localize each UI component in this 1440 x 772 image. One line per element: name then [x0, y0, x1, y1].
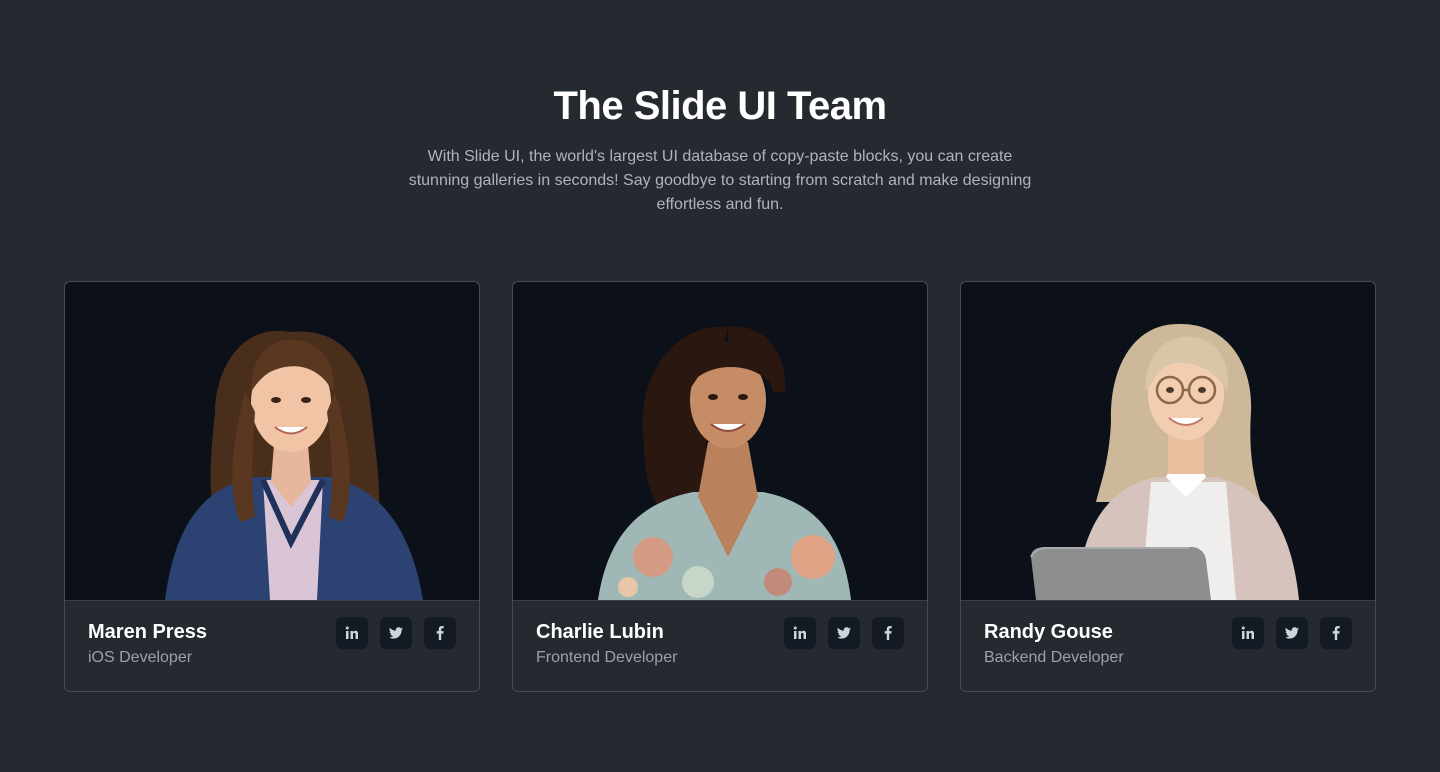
member-role: iOS Developer	[88, 649, 193, 666]
team-card-maren-press: Maren Press iOS Developer	[64, 281, 480, 692]
team-card-randy-gouse: Randy Gouse Backend Developer	[960, 281, 1376, 692]
twitter-button[interactable]	[828, 617, 860, 649]
facebook-icon	[884, 626, 892, 640]
social-links	[336, 617, 456, 649]
facebook-button[interactable]	[424, 617, 456, 649]
twitter-icon	[1285, 627, 1299, 639]
member-photo	[961, 282, 1375, 600]
facebook-icon	[1332, 626, 1340, 640]
member-photo	[65, 282, 479, 600]
member-name: Charlie Lubin	[536, 621, 664, 643]
team-section: The Slide UI Team With Slide UI, the wor…	[0, 0, 1440, 772]
member-name: Randy Gouse	[984, 621, 1113, 643]
twitter-button[interactable]	[380, 617, 412, 649]
twitter-icon	[837, 627, 851, 639]
section-subtitle: With Slide UI, the world's largest UI da…	[408, 148, 1032, 213]
section-title: The Slide UI Team	[553, 84, 887, 128]
linkedin-button[interactable]	[336, 617, 368, 649]
member-role: Frontend Developer	[536, 649, 678, 666]
member-role: Backend Developer	[984, 649, 1124, 666]
twitter-button[interactable]	[1276, 617, 1308, 649]
team-card-charlie-lubin: Charlie Lubin Frontend Developer	[512, 281, 928, 692]
social-links	[1232, 617, 1352, 649]
linkedin-icon	[1241, 626, 1254, 639]
social-links	[784, 617, 904, 649]
member-info: Charlie Lubin Frontend Developer	[513, 600, 927, 691]
member-info: Randy Gouse Backend Developer	[961, 600, 1375, 691]
linkedin-icon	[345, 626, 358, 639]
member-name: Maren Press	[88, 621, 207, 643]
linkedin-icon	[793, 626, 806, 639]
twitter-icon	[389, 627, 403, 639]
facebook-icon	[436, 626, 444, 640]
member-info: Maren Press iOS Developer	[65, 600, 479, 691]
facebook-button[interactable]	[1320, 617, 1352, 649]
linkedin-button[interactable]	[784, 617, 816, 649]
facebook-button[interactable]	[872, 617, 904, 649]
linkedin-button[interactable]	[1232, 617, 1264, 649]
member-photo	[513, 282, 927, 600]
